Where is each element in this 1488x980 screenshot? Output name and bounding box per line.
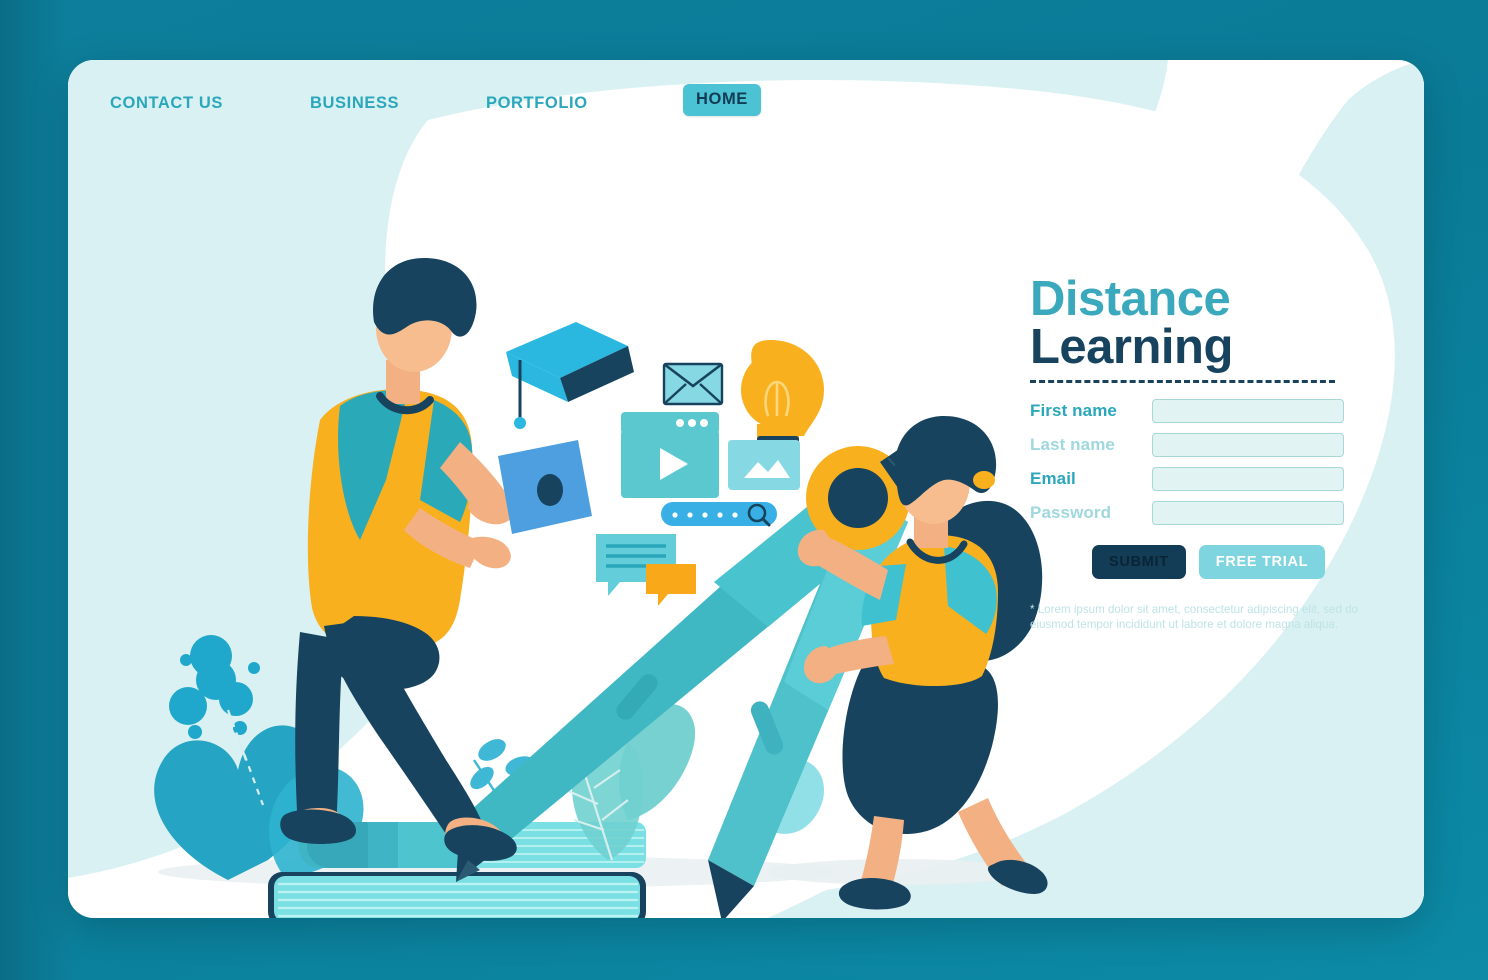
nav-item-business[interactable]: BUSINESS [310,88,399,118]
page-background-edge [0,0,70,980]
form-row-first-name: First name [1030,399,1410,424]
free-trial-button[interactable]: FREE TRIAL [1198,545,1326,580]
form-row-password: Password [1030,501,1410,526]
last-name-input[interactable] [1152,433,1344,458]
last-name-label: Last name [1030,435,1115,455]
form-actions: SUBMIT FREE TRIAL [1092,545,1410,580]
page-title-line1: Distance [1030,272,1231,326]
form-row-last-name: Last name [1030,433,1410,458]
page-root: CONTACT US BUSINESS PORTFOLIO HOME Dista… [0,0,1488,980]
signup-form: First name Last name Email Password SUBM… [1030,399,1410,632]
chat-bubble-icon [596,534,696,606]
password-input[interactable] [1152,501,1344,526]
nav-item-contact-us[interactable]: CONTACT US [110,88,223,118]
email-label: Email [1030,469,1076,489]
landing-card: CONTACT US BUSINESS PORTFOLIO HOME Dista… [68,60,1424,918]
email-input[interactable] [1152,467,1344,492]
graduation-cap-icon [506,322,634,429]
image-placeholder-icon [728,440,800,490]
nav-item-portfolio[interactable]: PORTFOLIO [486,88,588,118]
password-label: Password [1030,503,1112,523]
title-divider [1030,380,1335,384]
submit-button[interactable]: SUBMIT [1092,545,1186,580]
envelope-icon [662,362,724,406]
page-title-line2: Learning [1030,320,1233,375]
signup-panel: Distance Learning First name Last name E… [1030,272,1410,632]
form-row-email: Email [1030,467,1410,492]
first-name-input[interactable] [1152,399,1344,424]
first-name-label: First name [1030,401,1117,421]
nav-item-home[interactable]: HOME [683,84,761,116]
video-player-icon [621,412,719,498]
page-title: Distance Learning [1030,272,1410,375]
form-disclaimer: * Lorem ipsum dolor sit amet, consectetu… [1030,603,1359,631]
top-navigation: CONTACT US BUSINESS PORTFOLIO HOME [68,84,1424,132]
search-bar-icon [661,502,777,527]
